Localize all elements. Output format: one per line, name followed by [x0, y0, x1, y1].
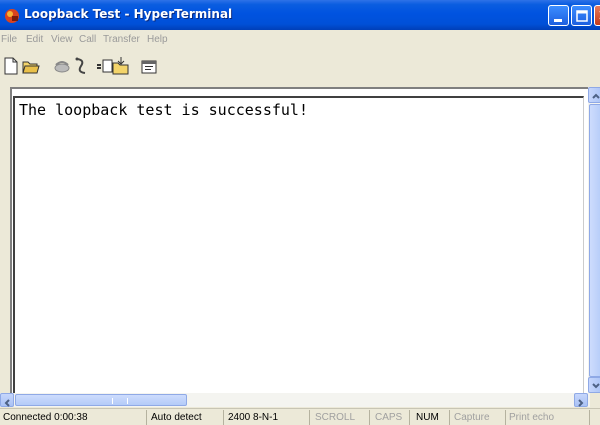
scroll-right-button[interactable] [574, 393, 588, 407]
status-connected: Connected 0:00:38 [0, 410, 147, 425]
menu-edit[interactable]: Edit [26, 34, 43, 45]
status-capture: Capture [450, 410, 506, 425]
status-caps: CAPS [370, 410, 410, 425]
status-auto-detect: Auto detect [147, 410, 224, 425]
status-bar: Connected 0:00:38 Auto detect 2400 8-N-1… [0, 408, 600, 425]
title-bar[interactable]: Loopback Test - HyperTerminal [0, 0, 600, 30]
menu-bar: File Edit View Call Transfer Help [0, 30, 600, 50]
receive-icon[interactable] [112, 57, 130, 75]
new-icon[interactable] [2, 57, 20, 75]
terminal-output-line: The loopback test is successful! [19, 101, 308, 119]
maximize-button[interactable] [571, 5, 592, 26]
window-title: Loopback Test - HyperTerminal [24, 7, 233, 21]
menu-call[interactable]: Call [79, 34, 96, 45]
dial-icon[interactable] [53, 57, 71, 75]
menu-help[interactable]: Help [147, 34, 168, 45]
hyperterminal-window: Loopback Test - HyperTerminal File Edit … [0, 0, 600, 425]
open-icon[interactable] [22, 57, 40, 75]
scroll-left-button[interactable] [0, 393, 14, 407]
disconnect-icon[interactable] [72, 57, 90, 75]
menu-view[interactable]: View [51, 34, 73, 45]
vertical-scroll-thumb[interactable] [589, 104, 600, 377]
scroll-grip-icon [112, 398, 128, 404]
vertical-scrollbar[interactable] [588, 87, 600, 393]
scroll-down-button[interactable] [588, 377, 600, 393]
horizontal-scrollbar[interactable] [0, 393, 590, 407]
close-button[interactable] [594, 5, 600, 26]
horizontal-scroll-thumb[interactable] [15, 394, 187, 406]
status-port-settings: 2400 8-N-1 [224, 410, 310, 425]
scroll-up-button[interactable] [588, 87, 600, 103]
terminal-screen[interactable] [13, 96, 584, 393]
status-print-echo: Print echo [506, 410, 590, 425]
minimize-button[interactable] [548, 5, 569, 26]
menu-transfer[interactable]: Transfer [103, 34, 140, 45]
status-scroll: SCROLL [310, 410, 370, 425]
hyperterminal-app-icon[interactable] [4, 8, 20, 24]
menu-file[interactable]: File [1, 34, 17, 45]
toolbar [0, 50, 600, 82]
properties-icon[interactable] [140, 57, 158, 75]
status-num: NUM [410, 410, 450, 425]
